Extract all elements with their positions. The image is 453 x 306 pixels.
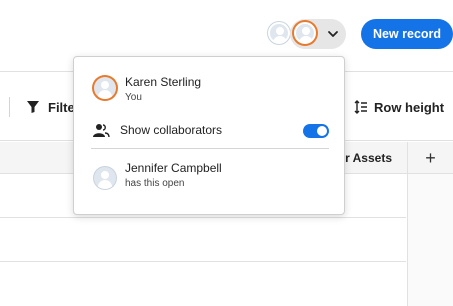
show-collaborators-row[interactable]: Show collaborators [91, 121, 329, 141]
collaborators-icon [93, 124, 110, 138]
collaborators-popover: Karen Sterling You Show collaborators Je… [73, 56, 345, 215]
collaborator-avatar [94, 167, 116, 189]
row-height-icon [354, 100, 367, 114]
filter-icon [27, 101, 39, 113]
collaborator-entry: Jennifer Campbell has this open [92, 161, 332, 193]
current-user-avatar [94, 77, 116, 99]
current-user-name: Karen Sterling [125, 75, 202, 89]
chevron-down-icon [328, 31, 338, 37]
toolbar-divider [9, 97, 10, 117]
collaborator-avatar[interactable] [268, 22, 290, 44]
collaborators-menu-button[interactable] [290, 19, 346, 49]
add-column-button[interactable]: + [407, 142, 453, 174]
person-icon-head [276, 27, 284, 35]
person-icon-body [273, 36, 287, 42]
row-height-label: Row height [374, 99, 445, 115]
popover-divider [91, 148, 329, 149]
toggle-knob [317, 126, 327, 136]
table-row[interactable] [0, 262, 406, 306]
column-header-label: er Assets [338, 151, 392, 165]
filter-button[interactable]: Filter [26, 97, 80, 117]
current-user-avatar [294, 22, 316, 44]
table-row[interactable] [0, 218, 406, 262]
add-column-gutter [407, 174, 453, 306]
row-height-button[interactable]: Row height [354, 97, 444, 117]
collaborator-name: Jennifer Campbell [125, 161, 222, 175]
show-collaborators-toggle[interactable] [303, 124, 329, 138]
collaborator-status: has this open [125, 178, 185, 189]
current-user-entry: Karen Sterling You [92, 75, 332, 107]
show-collaborators-label: Show collaborators [120, 123, 223, 137]
current-user-subtitle: You [125, 92, 142, 103]
new-record-button[interactable]: New record [361, 19, 453, 49]
